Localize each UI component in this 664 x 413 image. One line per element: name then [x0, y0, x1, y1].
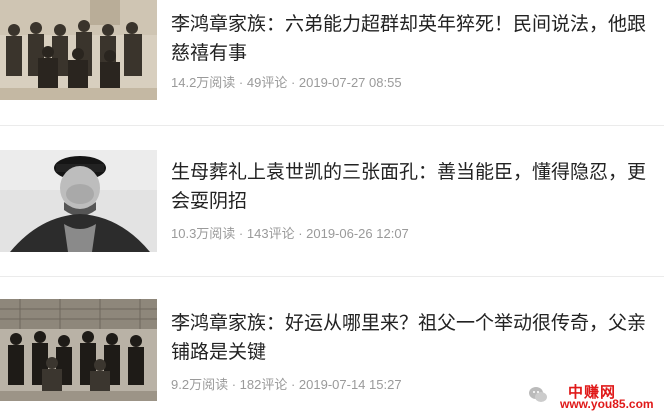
- publish-date: 2019-07-27 08:55: [298, 75, 402, 90]
- comment-count: 143评论: [246, 226, 295, 241]
- comment-count: 49评论: [246, 75, 288, 90]
- group-photo-icon: [0, 0, 157, 100]
- publish-date: 2019-07-14 15:27: [298, 377, 402, 392]
- article-thumbnail[interactable]: [0, 150, 157, 252]
- watermark: 中赚网 www.you85.com: [528, 381, 660, 411]
- read-count: 10.3万阅读: [171, 226, 236, 241]
- article-title[interactable]: 李鸿章家族：好运从哪里来？祖父一个举动很传奇，父亲铺路是关键: [171, 309, 655, 367]
- article-feed: 李鸿章家族：六弟能力超群却英年猝死！民间说法，他跟慈禧有事 14.2万阅读 · …: [0, 0, 664, 413]
- publish-date: 2019-06-26 12:07: [306, 226, 409, 241]
- article-thumbnail[interactable]: [0, 299, 157, 401]
- article-title[interactable]: 李鸿章家族：六弟能力超群却英年猝死！民间说法，他跟慈禧有事: [171, 10, 655, 68]
- article-title[interactable]: 生母葬礼上袁世凯的三张面孔：善当能臣，懂得隐忍，更会耍阴招: [171, 158, 655, 216]
- portrait-icon: [0, 150, 157, 252]
- article-meta: 14.2万阅读 · 49评论 · 2019-07-27 08:55: [171, 75, 402, 90]
- article-meta: 10.3万阅读 · 143评论 · 2019-06-26 12:07: [171, 226, 409, 241]
- article-thumbnail[interactable]: [0, 0, 157, 100]
- watermark-url: www.you85.com: [560, 397, 654, 411]
- wechat-icon: [529, 387, 547, 402]
- family-photo-icon: [0, 299, 157, 401]
- article-item[interactable]: 生母葬礼上袁世凯的三张面孔：善当能臣，懂得隐忍，更会耍阴招 10.3万阅读 · …: [0, 126, 664, 276]
- comment-count: 182评论: [239, 377, 288, 392]
- article-meta: 9.2万阅读 · 182评论 · 2019-07-14 15:27: [171, 377, 402, 392]
- read-count: 9.2万阅读: [171, 377, 229, 392]
- read-count: 14.2万阅读: [171, 75, 236, 90]
- article-item[interactable]: 李鸿章家族：六弟能力超群却英年猝死！民间说法，他跟慈禧有事 14.2万阅读 · …: [0, 0, 664, 122]
